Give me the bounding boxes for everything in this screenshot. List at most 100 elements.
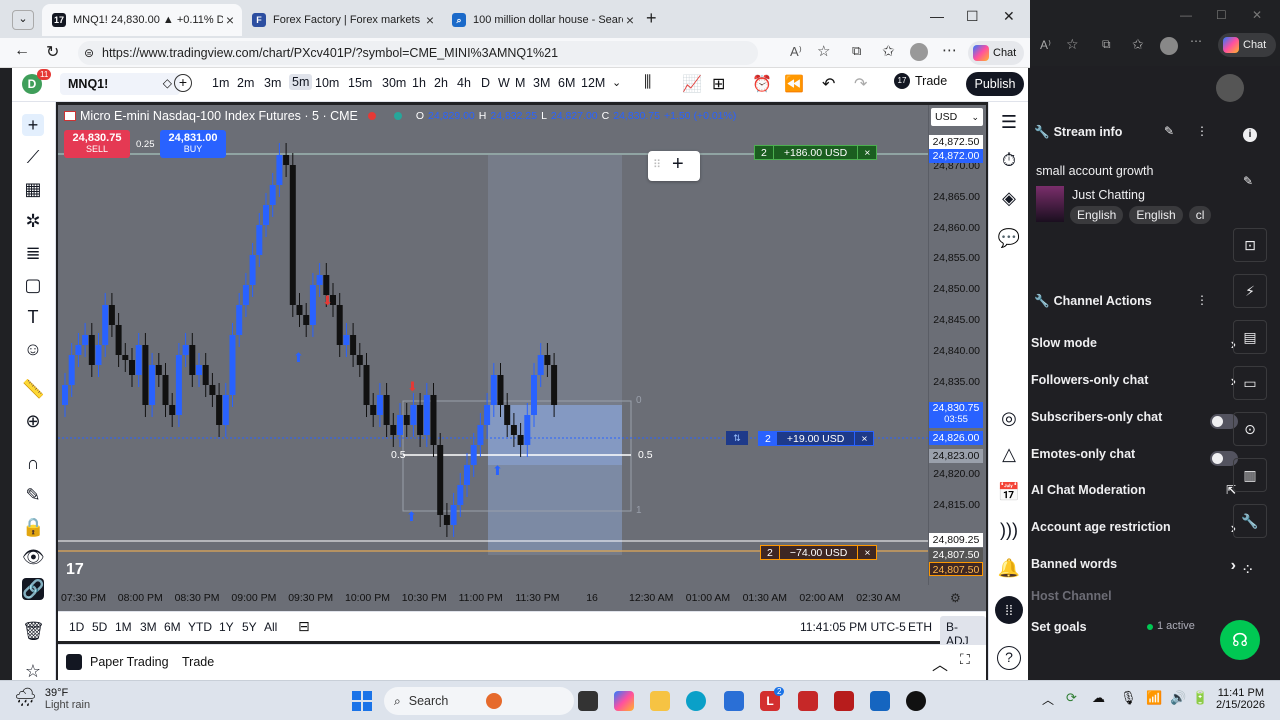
tray-chevron-icon[interactable]: ︿ <box>1042 691 1054 708</box>
bell-icon[interactable]: 🔔 <box>997 558 1021 582</box>
redo-icon[interactable]: ↷ <box>854 74 867 94</box>
split-screen-icon[interactable]: ⧉ <box>852 43 861 59</box>
wifi-icon[interactable]: 📶 <box>1146 690 1162 706</box>
maximize-icon[interactable]: ☐ <box>1216 8 1227 22</box>
more-apps-icon[interactable]: ⁘ <box>1241 560 1254 580</box>
timeframe-6M[interactable]: 6M <box>558 76 575 90</box>
chatgpt-icon[interactable] <box>906 691 926 711</box>
timeframe-D[interactable]: D <box>481 76 490 90</box>
diamond-icon[interactable]: ◇ <box>163 76 172 90</box>
drag-handle-icon[interactable]: ⠿ <box>653 158 661 171</box>
start-icon[interactable] <box>352 691 372 711</box>
timeframe-12M[interactable]: 12M <box>581 76 605 90</box>
favorite-star-icon[interactable]: ☆ <box>1066 36 1079 53</box>
slow-mode-row[interactable]: Slow mode › <box>1031 336 1246 360</box>
link-icon[interactable]: 🔗 <box>22 578 44 600</box>
emoji-icon[interactable]: ☺ <box>22 338 44 360</box>
alert-icon[interactable]: ⏰ <box>752 74 772 94</box>
range-5y[interactable]: 5Y <box>242 620 257 634</box>
bolt-icon[interactable]: ⚡ <box>1233 274 1267 308</box>
time-axis[interactable]: 07:30 PM 08:00 PM 08:30 PM 09:00 PM 09:30 PM… <box>58 585 986 611</box>
notes-icon[interactable]: ▤ <box>1233 320 1267 354</box>
copilot-chat-button[interactable]: Chat <box>1218 33 1276 57</box>
channel-actions-menu-icon[interactable]: ⋮ <box>1196 293 1208 307</box>
help-icon[interactable]: ? <box>997 646 1021 670</box>
sync-icon[interactable]: ⟳ <box>1066 690 1077 706</box>
store-icon[interactable] <box>724 691 744 711</box>
replay-icon[interactable]: ⏪ <box>784 74 804 94</box>
range-1y[interactable]: 1Y <box>219 620 234 634</box>
tag-chip[interactable]: English <box>1070 206 1124 224</box>
paper-trading-tab[interactable]: Paper Trading <box>66 654 169 670</box>
timeframe-10m[interactable]: 10m <box>315 76 339 90</box>
system-clock[interactable]: 11:41 PM 2/15/2026 <box>1216 687 1265 711</box>
eye-icon[interactable]: 👁 <box>22 546 45 568</box>
broadcast-icon[interactable]: ⊙ <box>1233 412 1267 446</box>
text-icon[interactable]: T <box>22 306 44 328</box>
timeframe-4h[interactable]: 4h <box>457 76 471 90</box>
axis-settings-icon[interactable]: ⚙ <box>950 591 961 605</box>
layout-icon[interactable]: ▥ <box>1233 458 1267 492</box>
timeframe-dropdown-icon[interactable]: ⌄ <box>612 76 621 89</box>
timeframe-3m[interactable]: 3m <box>264 76 281 90</box>
legend-title[interactable]: Micro E-mini Nasdaq-100 Index Futures · … <box>80 109 358 123</box>
chat-icon[interactable]: ▭ <box>1233 366 1267 400</box>
maximize-icon[interactable]: ☐ <box>966 8 979 25</box>
minimize-icon[interactable]: — <box>1180 8 1192 22</box>
profile-avatar[interactable] <box>1160 37 1178 55</box>
close-window-icon[interactable]: ✕ <box>1003 8 1015 25</box>
currency-selector[interactable]: USD ⌄ <box>931 108 983 126</box>
range-all[interactable]: All <box>264 620 277 634</box>
magnet-icon[interactable]: ∩ <box>22 452 44 474</box>
ruler-icon[interactable]: 📏 <box>22 378 44 400</box>
range-1d[interactable]: 1D <box>69 620 84 634</box>
url-field[interactable]: ⊜ https://www.tradingview.com/chart/PXcv… <box>78 41 758 65</box>
buy-button[interactable]: 24,831.00 BUY <box>160 130 226 158</box>
trade-tab[interactable]: Trade <box>182 655 214 669</box>
range-ytd[interactable]: YTD <box>188 620 212 634</box>
close-tab-icon[interactable]: × <box>426 12 434 28</box>
timeframe-M[interactable]: M <box>515 76 525 90</box>
task-view-icon[interactable] <box>578 691 598 711</box>
chat-bubble-icon[interactable]: 💬 <box>997 228 1021 252</box>
microphone-icon[interactable]: 🎙 <box>1120 690 1137 706</box>
apps-grid-icon[interactable]: ⁞⁞ <box>995 596 1023 624</box>
price-axis[interactable]: USD ⌄ 24,870.00 24,865.00 24,860.00 24,855.… <box>928 105 986 585</box>
taskbar-search[interactable]: ⌕ Search <box>384 687 574 715</box>
symbol-search-button[interactable]: MNQ1! ◇ <box>60 73 180 95</box>
site-info-icon[interactable]: ⊜ <box>84 41 94 65</box>
favorites-icon[interactable]: ✩ <box>1132 36 1144 53</box>
close-tp-icon[interactable]: × <box>857 146 876 159</box>
copilot-chat-button[interactable]: Chat <box>968 41 1024 65</box>
ai-moderation-row[interactable]: AI Chat Moderation ⇱ <box>1031 483 1246 507</box>
lock-icon[interactable]: 🔒 <box>22 516 44 538</box>
floating-toolbar[interactable]: ⠿ + <box>648 151 700 181</box>
edit-pencil-icon[interactable]: ✎ <box>1164 124 1174 138</box>
followers-only-row[interactable]: Followers-only chat › <box>1031 373 1246 397</box>
range-1m[interactable]: 1M <box>115 620 132 634</box>
tab-actions-icon[interactable]: ⌄ <box>12 10 34 30</box>
range-6m[interactable]: 6M <box>164 620 181 634</box>
watchlist-icon[interactable]: ☰ <box>997 112 1021 136</box>
timeframe-1h[interactable]: 1h <box>412 76 426 90</box>
clock[interactable]: 11:41:05 PM UTC-5 <box>800 620 906 634</box>
streamer-avatar[interactable] <box>1216 74 1244 102</box>
mcafee-icon[interactable] <box>798 691 818 711</box>
banned-words-row[interactable]: Banned words › <box>1031 557 1246 581</box>
timeframe-5m[interactable]: 5m <box>289 74 313 90</box>
pencil-icon[interactable]: ✎ <box>1243 174 1253 188</box>
stream-info-menu-icon[interactable]: ⋮ <box>1196 124 1208 138</box>
trade-button[interactable]: 17 Trade <box>894 73 947 89</box>
volume-icon[interactable]: 🔊 <box>1170 690 1186 706</box>
candlestick-chart[interactable] <box>58 105 928 585</box>
minimize-icon[interactable]: — <box>930 8 944 24</box>
stream-icon[interactable]: ))) <box>997 520 1021 544</box>
info-icon[interactable]: i <box>1243 128 1257 142</box>
sell-button[interactable]: 24,830.75 SELL <box>64 130 130 158</box>
undo-icon[interactable]: ↶ <box>822 74 835 94</box>
more-menu-icon[interactable]: ⋯ <box>942 41 957 59</box>
wrench-icon[interactable]: 🔧 <box>1233 504 1267 538</box>
layers-icon[interactable]: ◈ <box>997 188 1021 212</box>
read-aloud-icon[interactable]: A⁾ <box>1040 38 1051 52</box>
copilot-app-icon[interactable] <box>614 691 634 711</box>
